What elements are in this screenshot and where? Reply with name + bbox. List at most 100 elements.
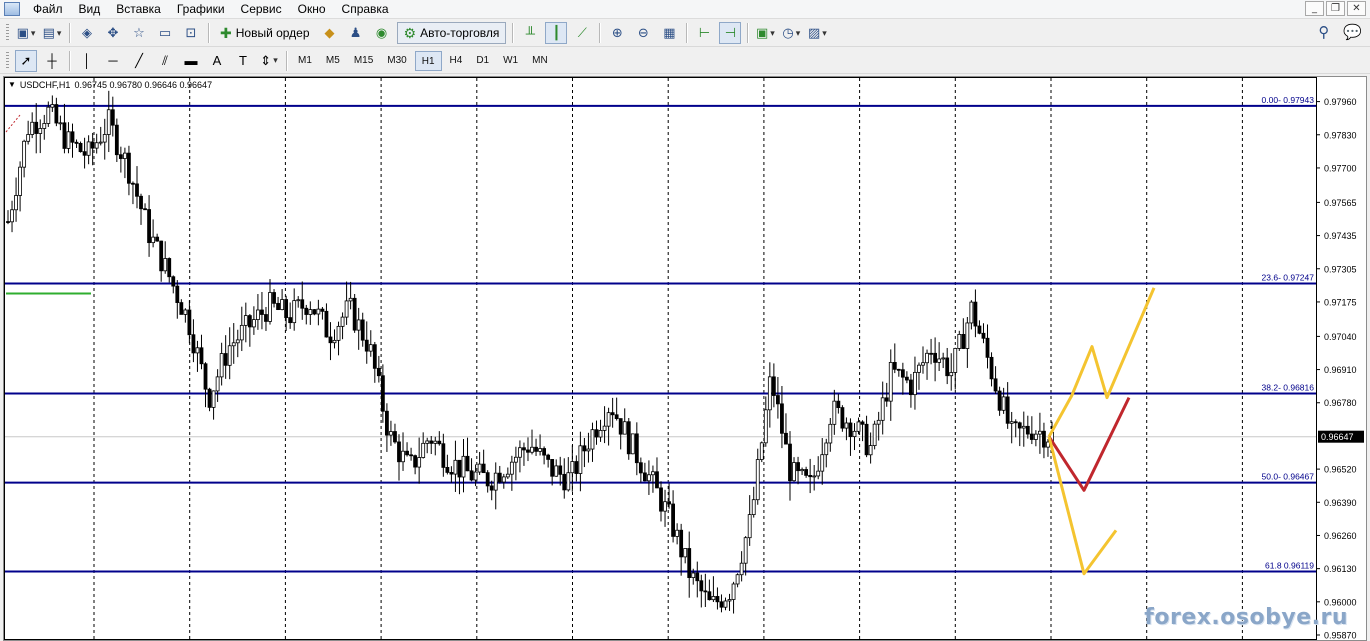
- candle-body: [22, 140, 27, 168]
- candle-body: [949, 372, 954, 377]
- indicators-icon[interactable]: ▣: [754, 22, 776, 44]
- menu-charts[interactable]: Графики: [170, 0, 234, 18]
- bar-chart-icon[interactable]: ╨: [519, 22, 541, 44]
- candle-body: [364, 339, 369, 352]
- candle-body: [1013, 421, 1018, 424]
- candle-body: [594, 429, 599, 438]
- timeframe-m1[interactable]: M1: [292, 51, 318, 71]
- timeframe-mn[interactable]: MN: [526, 51, 554, 71]
- candle-body: [397, 441, 401, 463]
- menu-window[interactable]: Окно: [291, 0, 335, 18]
- market-watch-icon[interactable]: ◈: [76, 22, 98, 44]
- timeframe-h4[interactable]: H4: [444, 51, 469, 71]
- minimize-button[interactable]: _: [1305, 1, 1324, 16]
- text-label-icon[interactable]: T: [232, 50, 254, 72]
- candle-body: [852, 430, 857, 438]
- tester-icon[interactable]: ⊡: [180, 22, 202, 44]
- timeframe-m30[interactable]: M30: [381, 51, 412, 71]
- menu-insert[interactable]: Вставка: [109, 0, 170, 18]
- candle-body: [135, 183, 139, 197]
- app-icon[interactable]: [4, 2, 20, 16]
- channel-icon[interactable]: ⫽: [154, 50, 176, 72]
- search-icon[interactable]: ⚲: [1318, 23, 1329, 41]
- candle-body: [429, 440, 434, 444]
- autotrading-button[interactable]: ⚙ Авто-торговля: [396, 22, 507, 44]
- candle-body: [320, 308, 325, 312]
- candle-body: [570, 461, 575, 474]
- candle-body: [929, 352, 933, 355]
- timeframe-h1[interactable]: H1: [414, 50, 442, 71]
- candle-body: [393, 431, 397, 443]
- zoom-out-icon[interactable]: ⊖: [632, 22, 654, 44]
- profiles-icon[interactable]: ▤: [41, 22, 63, 44]
- menu-view[interactable]: Вид: [72, 0, 110, 18]
- candle-body: [18, 166, 22, 196]
- menu-help[interactable]: Справка: [335, 0, 398, 18]
- new-chart-icon[interactable]: ▣: [15, 22, 37, 44]
- chat-icon[interactable]: 💬: [1343, 23, 1362, 41]
- arrows-icon[interactable]: ⇕: [258, 50, 280, 72]
- timeframe-w1[interactable]: W1: [497, 51, 524, 71]
- candle-body: [223, 353, 228, 366]
- cursor-icon[interactable]: ➚: [15, 49, 37, 72]
- candle-body: [256, 309, 260, 320]
- line-chart-icon[interactable]: ⟋: [571, 22, 593, 44]
- new-order-button[interactable]: ✚ Новый ордер: [215, 22, 315, 44]
- candle-body: [485, 472, 490, 487]
- y-tick-label: 0.97830: [1324, 130, 1357, 140]
- candle-body: [900, 369, 905, 378]
- timeframe-d1[interactable]: D1: [470, 51, 495, 71]
- candle-body: [509, 461, 514, 475]
- crosshair-icon[interactable]: ┼: [41, 50, 63, 72]
- candle-body: [179, 302, 184, 315]
- candle-body: [780, 403, 784, 434]
- horizontal-line-icon[interactable]: ─: [102, 50, 124, 72]
- price-chart[interactable]: 0.97960 0.97830 0.97700 0.97565 0.97435 0.973…: [4, 77, 1366, 640]
- templates-icon[interactable]: ▨: [806, 22, 828, 44]
- zoom-in-icon[interactable]: ⊕: [606, 22, 628, 44]
- timeframe-m5[interactable]: M5: [320, 51, 346, 71]
- toolbar-grip[interactable]: [6, 51, 9, 70]
- candle-body: [260, 309, 264, 315]
- candle-body: [1033, 433, 1038, 440]
- terminal-icon[interactable]: ▭: [154, 22, 176, 44]
- menu-file[interactable]: Файл: [26, 0, 72, 18]
- trendline-icon[interactable]: ╱: [128, 50, 150, 72]
- gold-icon[interactable]: ◆: [319, 22, 341, 44]
- candle-body: [356, 319, 361, 331]
- candlestick-icon[interactable]: ┃: [545, 22, 568, 44]
- periods-icon[interactable]: ◷: [780, 22, 802, 44]
- toolbar-separator: [208, 23, 209, 43]
- favorites-icon[interactable]: ☆: [128, 22, 150, 44]
- candle-body: [655, 471, 659, 489]
- candle-body: [308, 309, 313, 315]
- candle-body: [715, 596, 720, 603]
- signal-icon[interactable]: ◉: [371, 22, 393, 44]
- candle-body: [372, 344, 377, 369]
- shapes-icon[interactable]: ▬: [180, 50, 202, 72]
- candle-body: [127, 152, 131, 184]
- timeframe-m15[interactable]: M15: [348, 51, 379, 71]
- chart-menu-triangle-icon[interactable]: ▼: [8, 80, 16, 90]
- chart-shift-icon[interactable]: ⊢: [693, 22, 715, 44]
- vertical-line-icon[interactable]: │: [76, 50, 98, 72]
- alerts-icon[interactable]: ♟: [345, 22, 367, 44]
- candle-body: [405, 450, 409, 456]
- menu-tools[interactable]: Сервис: [234, 0, 291, 18]
- candle-body: [187, 309, 192, 336]
- restore-button[interactable]: ❐: [1326, 1, 1345, 16]
- candle-body: [892, 362, 897, 370]
- candle-body: [110, 109, 115, 126]
- autoscroll-icon[interactable]: ⊣: [719, 22, 742, 44]
- navigator-icon[interactable]: ✥: [102, 22, 124, 44]
- tile-windows-icon[interactable]: ▦: [658, 22, 680, 44]
- close-button[interactable]: ✕: [1347, 1, 1366, 16]
- text-icon[interactable]: A: [206, 50, 228, 72]
- chart-window[interactable]: 0.97960 0.97830 0.97700 0.97565 0.97435 0.973…: [3, 76, 1367, 641]
- candle-body: [997, 390, 1002, 411]
- candle-body: [735, 574, 740, 585]
- candle-body: [888, 362, 893, 402]
- candle-body: [139, 195, 143, 210]
- toolbar-grip[interactable]: [6, 24, 9, 42]
- candle-body: [477, 463, 482, 473]
